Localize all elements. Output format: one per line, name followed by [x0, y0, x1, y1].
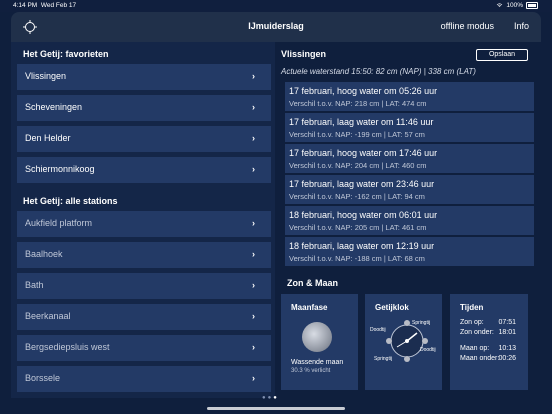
home-indicator[interactable]: [207, 407, 345, 410]
moonrise-value: 10:13: [498, 345, 516, 352]
sunset-label: Zon onder:: [460, 329, 494, 336]
station-list: Het Getij: favorieten Vlissingen › Scheve…: [11, 42, 275, 398]
all-stations-heading: Het Getij: alle stations: [23, 196, 118, 206]
moon-phase-card: Maanfase Wassende maan 30.3 % verlicht: [281, 294, 358, 390]
moon-icon: [302, 322, 332, 352]
page-indicator[interactable]: ●●●: [262, 395, 279, 401]
offline-mode-button[interactable]: offline modus: [441, 21, 494, 31]
chevron-right-icon: ›: [252, 342, 255, 352]
status-right: 100%: [496, 2, 538, 9]
spring-tide-label: Springtij: [412, 320, 431, 326]
moon-illumination: 30.3 % verlicht: [291, 368, 331, 374]
sunrise-label: Zon op:: [460, 319, 484, 326]
times-title: Tijden: [460, 303, 484, 312]
battery-percent: 100%: [506, 2, 523, 9]
status-time: 4:14 PM Wed Feb 17: [13, 2, 77, 9]
moon-phase-label: Wassende maan: [291, 359, 344, 366]
neap-tide-label: Doodtij: [420, 347, 436, 353]
tide-clock-card: Getijklok Doodtij Springtij Doodtij Spri…: [365, 294, 442, 390]
chevron-right-icon: ›: [252, 280, 255, 290]
moonset-label: Maan onder:: [460, 355, 500, 362]
station-item[interactable]: Bergsediepsluis west ›: [17, 335, 271, 361]
wifi-icon: [497, 3, 503, 7]
tide-row: 17 februari, laag water om 23:46 uur Vers…: [285, 175, 534, 204]
tide-clock-title: Getijklok: [375, 303, 409, 312]
chevron-right-icon: ›: [252, 164, 255, 174]
favorite-item-vlissingen[interactable]: Vlissingen ›: [17, 64, 271, 90]
station-item[interactable]: Beerkanaal ›: [17, 304, 271, 330]
station-item[interactable]: Borssele ›: [17, 366, 271, 392]
station-item[interactable]: Aukfield platform ›: [17, 211, 271, 237]
moonset-value: 00:26: [498, 355, 516, 362]
nav-bar: IJmuiderslag offline modus Info: [11, 12, 541, 42]
chevron-right-icon: ›: [252, 71, 255, 81]
tide-row: 18 februari, laag water om 12:19 uur Vers…: [285, 237, 534, 266]
info-button[interactable]: Info: [514, 21, 529, 31]
main-panel: Het Getij: favorieten Vlissingen › Scheve…: [11, 42, 541, 398]
current-water-level: Actuele waterstand 15:50: 82 cm (NAP) | …: [281, 67, 476, 76]
tide-row: 17 februari, laag water om 11:46 uur Vers…: [285, 113, 534, 142]
neap-tide-label: Doodtij: [370, 327, 386, 333]
chevron-right-icon: ›: [252, 102, 255, 112]
battery-icon: [526, 2, 538, 9]
tide-row: 18 februari, hoog water om 06:01 uur Vers…: [285, 206, 534, 235]
station-item[interactable]: Bath ›: [17, 273, 271, 299]
sunrise-value: 07:51: [498, 319, 516, 326]
spring-tide-label: Springtij: [374, 356, 393, 362]
favorite-item-schiermonnikoog[interactable]: Schiermonnikoog ›: [17, 157, 271, 183]
favorites-heading: Het Getij: favorieten: [23, 49, 109, 59]
moonrise-label: Maan op:: [460, 345, 490, 352]
tide-row: 17 februari, hoog water om 17:46 uur Vers…: [285, 144, 534, 173]
moon-phase-title: Maanfase: [291, 303, 328, 312]
times-card: Tijden Zon op: 07:51 Zon onder: 18:01 Ma…: [450, 294, 528, 390]
tide-row: 17 februari, hoog water om 05:26 uur Vers…: [285, 82, 534, 111]
chevron-right-icon: ›: [252, 218, 255, 228]
station-detail: Vlissingen Opslaan Actuele waterstand 15…: [275, 42, 541, 398]
sunset-value: 18:01: [498, 329, 516, 336]
station-title: Vlissingen: [281, 49, 327, 59]
chevron-right-icon: ›: [252, 373, 255, 383]
chevron-right-icon: ›: [252, 249, 255, 259]
save-button[interactable]: Opslaan: [476, 49, 528, 61]
station-item[interactable]: Baalhoek ›: [17, 242, 271, 268]
sun-moon-heading: Zon & Maan: [287, 278, 338, 288]
favorite-item-den-helder[interactable]: Den Helder ›: [17, 126, 271, 152]
status-bar: 4:14 PM Wed Feb 17 100%: [0, 0, 552, 12]
chevron-right-icon: ›: [252, 311, 255, 321]
chevron-right-icon: ›: [252, 133, 255, 143]
favorite-item-scheveningen[interactable]: Scheveningen ›: [17, 95, 271, 121]
